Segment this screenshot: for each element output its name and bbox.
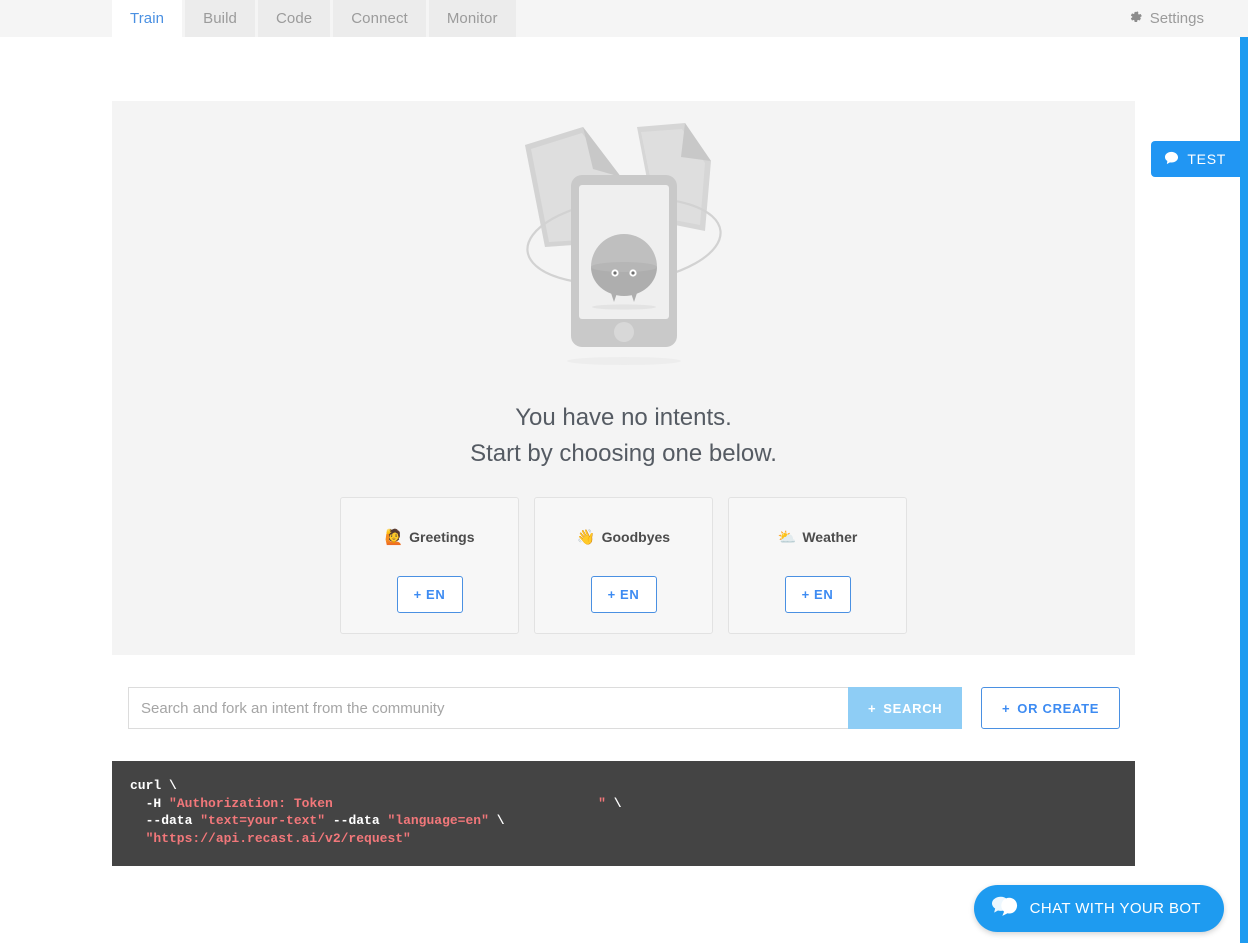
chat-bubbles-icon <box>991 894 1019 924</box>
test-tab-button[interactable]: TEST <box>1151 141 1240 177</box>
curl-code-block[interactable]: curl \ -H "Authorization: Token " \ --da… <box>112 761 1135 866</box>
search-row: + SEARCH + OR CREATE <box>128 687 1120 729</box>
intent-card-label: Goodbyes <box>601 529 671 545</box>
tab-connect-label: Connect <box>351 10 408 27</box>
curl-line-3-continuation: \ <box>488 813 505 828</box>
add-en-button-goodbyes[interactable]: + EN <box>590 576 657 613</box>
intent-card-title: 👋 Goodbyes <box>577 528 670 546</box>
add-en-button-weather[interactable]: + EN <box>784 576 851 613</box>
tab-code[interactable]: Code <box>257 0 331 37</box>
tab-connect[interactable]: Connect <box>333 0 426 37</box>
curl-line-1-command: curl <box>130 778 170 793</box>
page-scrollbar[interactable] <box>1240 0 1248 943</box>
curl-line-3-flag: --data <box>130 813 201 828</box>
main-content: You have no intents. Start by choosing o… <box>0 37 1240 943</box>
test-tab-label: TEST <box>1187 151 1226 167</box>
settings-label: Settings <box>1149 10 1204 27</box>
curl-data-text: "text=your-text" <box>200 813 326 828</box>
search-button-label: SEARCH <box>883 700 943 716</box>
curl-authorization-token: "Authorization: Token " <box>169 795 606 811</box>
curl-request-url: "https://api.recast.ai/v2/request" <box>130 830 411 846</box>
intent-card-list: 🙋 Greetings + EN 👋 Goodbyes + EN ⛅ Weath… <box>340 497 907 634</box>
curl-line-1-continuation: \ <box>169 778 177 793</box>
plus-icon: + <box>868 700 877 716</box>
empty-state-line-1: You have no intents. <box>515 404 732 431</box>
tab-bar-left-spacer <box>0 0 112 37</box>
chat-with-your-bot-button[interactable]: CHAT WITH YOUR BOT <box>973 885 1224 932</box>
tab-train[interactable]: Train <box>112 0 183 37</box>
tab-build-label: Build <box>203 10 237 27</box>
empty-state-line-2: Start by choosing one below. <box>470 440 777 467</box>
curl-line-3-flag-2: --data <box>325 813 388 828</box>
tab-train-label: Train <box>130 10 165 27</box>
intent-card-greetings[interactable]: 🙋 Greetings + EN <box>340 497 519 634</box>
waving-hand-icon: 👋 <box>576 529 596 546</box>
scrollbar-top-cap <box>1240 0 1248 37</box>
top-tab-bar: Train Build Code Connect Monitor Setting… <box>0 0 1240 37</box>
intent-card-label: Greetings <box>409 529 475 545</box>
gear-icon <box>1128 10 1143 28</box>
settings-button[interactable]: Settings <box>1112 0 1240 37</box>
or-create-label: OR CREATE <box>1017 700 1100 716</box>
raising-hand-icon: 🙋 <box>384 529 404 546</box>
sun-behind-cloud-icon: ⛅ <box>777 529 797 546</box>
no-intents-bot-illustration <box>509 121 739 388</box>
chat-bubble-icon <box>1164 151 1179 168</box>
tab-monitor-label: Monitor <box>446 10 498 27</box>
empty-state-title: You have no intents. Start by choosing o… <box>470 400 777 472</box>
tab-build[interactable]: Build <box>185 0 255 37</box>
chat-button-label: CHAT WITH YOUR BOT <box>1029 900 1201 917</box>
plus-icon: + <box>1001 700 1011 716</box>
intent-card-goodbyes[interactable]: 👋 Goodbyes + EN <box>534 497 713 634</box>
intent-card-weather[interactable]: ⛅ Weather + EN <box>728 497 907 634</box>
curl-line-2-flag: -H <box>130 795 170 811</box>
tab-monitor[interactable]: Monitor <box>428 0 516 37</box>
tab-code-label: Code <box>275 10 313 27</box>
search-button[interactable]: + SEARCH <box>848 687 963 729</box>
or-create-button[interactable]: + OR CREATE <box>981 687 1120 729</box>
intent-card-title: 🙋 Greetings <box>384 528 474 546</box>
add-en-button-greetings[interactable]: + EN <box>396 576 463 613</box>
search-input[interactable] <box>128 687 849 729</box>
intent-card-label: Weather <box>802 529 858 545</box>
intent-card-title: ⛅ Weather <box>778 528 858 546</box>
curl-line-2-continuation: \ <box>605 795 622 811</box>
curl-data-language: "language=en" <box>387 813 489 828</box>
empty-state-panel: You have no intents. Start by choosing o… <box>112 101 1135 655</box>
